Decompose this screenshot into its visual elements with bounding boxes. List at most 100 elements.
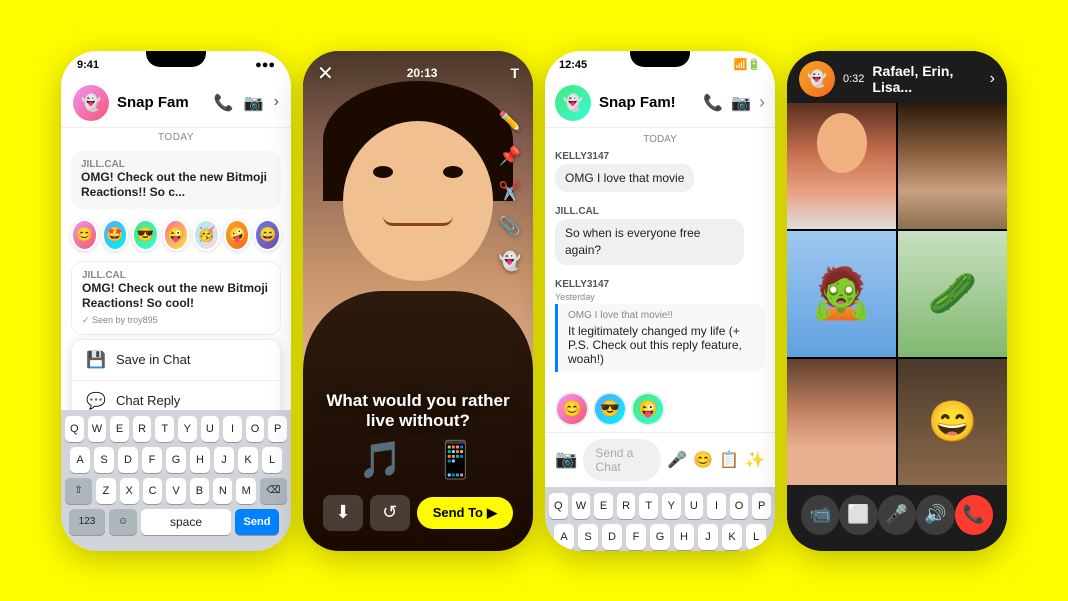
key-space[interactable]: space	[141, 509, 231, 535]
key-j[interactable]: J	[214, 447, 234, 473]
key-q[interactable]: Q	[65, 416, 84, 442]
p3-key-w[interactable]: W	[572, 493, 591, 519]
p4-screen-button[interactable]: ⬜	[839, 495, 877, 535]
p3-key-j[interactable]: J	[698, 524, 718, 550]
p1-header[interactable]: 👻 Snap Fam 📞 📷 ›	[61, 79, 291, 128]
p1-sender: JILL.CAL	[81, 159, 271, 170]
key-o[interactable]: O	[246, 416, 265, 442]
p3-key-k[interactable]: K	[722, 524, 742, 550]
p2-close-button[interactable]: ✕	[317, 61, 334, 86]
key-s[interactable]: S	[94, 447, 114, 473]
bitmoji-6[interactable]: 🤪	[224, 219, 251, 251]
key-emoji[interactable]: ☺	[109, 509, 137, 535]
bitmoji-2[interactable]: 🤩	[102, 219, 129, 251]
phone-1: 9:41 ●●● 👻 Snap Fam 📞 📷 › TODAY JILL.CAL…	[61, 51, 291, 551]
p2-share-button[interactable]: ↺	[370, 495, 410, 531]
p3-key-h[interactable]: H	[674, 524, 694, 550]
p3-key-i[interactable]: I	[707, 493, 726, 519]
p3-chat-input[interactable]: Send a Chat	[583, 439, 661, 481]
p3-key-g[interactable]: G	[650, 524, 670, 550]
key-a[interactable]: A	[70, 447, 90, 473]
bitmoji-3[interactable]: 😎	[132, 219, 159, 251]
key-r[interactable]: R	[133, 416, 152, 442]
p4-timer: 0:32	[843, 73, 864, 85]
key-g[interactable]: G	[166, 447, 186, 473]
p3-key-p[interactable]: P	[752, 493, 771, 519]
key-n[interactable]: N	[213, 478, 232, 504]
p3-phone-icon[interactable]: 📞	[703, 93, 723, 113]
p4-end-call-button[interactable]: 📞	[955, 495, 993, 535]
p3-key-q[interactable]: Q	[549, 493, 568, 519]
p3-header[interactable]: 👻 Snap Fam! 📞 📷 ›	[545, 79, 775, 128]
p2-download-button[interactable]: ⬇	[323, 495, 363, 531]
p3-video-icon[interactable]: 📷	[731, 93, 751, 113]
bitmoji-5[interactable]: 🥳	[193, 219, 220, 251]
tag-kelly[interactable]: 😊	[555, 392, 589, 426]
p3-key-o[interactable]: O	[730, 493, 749, 519]
p1-date: TODAY	[61, 128, 291, 147]
p3-key-d[interactable]: D	[602, 524, 622, 550]
p3-camera-icon[interactable]: 📷	[555, 449, 577, 470]
key-i[interactable]: I	[223, 416, 242, 442]
key-k[interactable]: K	[238, 447, 258, 473]
key-l[interactable]: L	[262, 447, 282, 473]
tag-jack[interactable]: 😜	[631, 392, 665, 426]
key-e[interactable]: E	[110, 416, 129, 442]
key-h[interactable]: H	[190, 447, 210, 473]
p2-pencil-icon[interactable]: ✏️	[499, 111, 521, 132]
p4-controls: 📹 ⬜ 🎤 🔊 📞	[787, 485, 1007, 551]
bitmoji-4[interactable]: 😜	[163, 219, 190, 251]
p3-key-l[interactable]: L	[746, 524, 766, 550]
tag-jill[interactable]: 😎	[593, 392, 627, 426]
key-y[interactable]: Y	[178, 416, 197, 442]
key-c[interactable]: C	[143, 478, 162, 504]
p2-send-button[interactable]: Send To ▶	[417, 497, 513, 529]
key-m[interactable]: M	[236, 478, 255, 504]
key-v[interactable]: V	[166, 478, 185, 504]
p4-cell-5	[787, 359, 896, 485]
chevron-icon[interactable]: ›	[274, 93, 279, 113]
bitmoji-1[interactable]: 😊	[71, 219, 98, 251]
menu-save-chat[interactable]: 💾 Save in Chat	[72, 340, 280, 381]
p3-key-f[interactable]: F	[626, 524, 646, 550]
sticker-music[interactable]: 🎵	[358, 439, 403, 481]
key-p[interactable]: P	[268, 416, 287, 442]
p3-chevron-icon[interactable]: ›	[759, 92, 765, 113]
p3-key-s[interactable]: S	[578, 524, 598, 550]
key-delete[interactable]: ⌫	[260, 478, 287, 504]
sticker-phone[interactable]: 📱	[433, 439, 478, 481]
p2-sticker-icon[interactable]: 📌	[499, 146, 521, 167]
p3-emoji-icon[interactable]: 😊	[693, 450, 713, 470]
p4-video-button[interactable]: 📹	[801, 495, 839, 535]
p2-text-icon[interactable]: T	[510, 65, 519, 81]
p2-emoji-snap-icon[interactable]: 👻	[499, 251, 521, 272]
key-b[interactable]: B	[190, 478, 209, 504]
key-z[interactable]: Z	[96, 478, 115, 504]
phone-icon[interactable]: 📞	[214, 93, 234, 113]
p3-key-a[interactable]: A	[554, 524, 574, 550]
p3-key-u[interactable]: U	[685, 493, 704, 519]
p4-mute-button[interactable]: 🎤	[878, 495, 916, 535]
key-t[interactable]: T	[155, 416, 174, 442]
p4-chevron-icon[interactable]: ›	[990, 70, 995, 88]
p3-key-r[interactable]: R	[617, 493, 636, 519]
p3-key-e[interactable]: E	[594, 493, 613, 519]
key-u[interactable]: U	[201, 416, 220, 442]
key-d[interactable]: D	[118, 447, 138, 473]
key-123[interactable]: 123	[69, 509, 105, 535]
bitmoji-7[interactable]: 😄	[254, 219, 281, 251]
video-icon[interactable]: 📷	[244, 93, 264, 113]
p2-scissors-icon[interactable]: ✂️	[499, 181, 521, 202]
p4-speaker-button[interactable]: 🔊	[916, 495, 954, 535]
p3-key-t[interactable]: T	[639, 493, 658, 519]
key-w[interactable]: W	[88, 416, 107, 442]
key-shift[interactable]: ⇧	[65, 478, 92, 504]
key-x[interactable]: X	[120, 478, 139, 504]
key-send[interactable]: Send	[235, 509, 279, 535]
p3-key-y[interactable]: Y	[662, 493, 681, 519]
p3-sticker-icon[interactable]: 📋	[719, 450, 739, 470]
p3-mic-icon[interactable]: 🎤	[667, 450, 687, 470]
key-f[interactable]: F	[142, 447, 162, 473]
p2-link-icon[interactable]: 📎	[499, 216, 521, 237]
p3-bitmoji-icon[interactable]: ✨	[745, 450, 765, 470]
